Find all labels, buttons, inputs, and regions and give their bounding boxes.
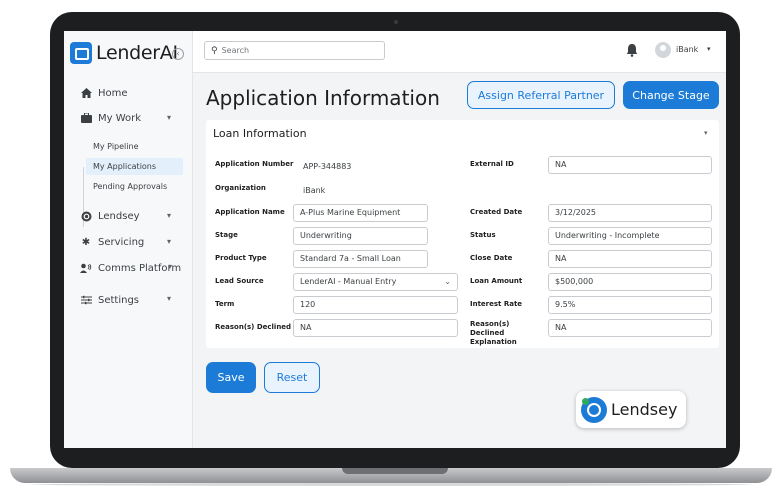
sidebar-subitem-pending-approvals[interactable]: Pending Approvals — [86, 178, 183, 195]
sidebar-item-settings[interactable]: Settings — [80, 294, 139, 306]
chevron-down-icon[interactable]: ▾ — [167, 211, 171, 220]
lendsey-badge[interactable]: Lendsey — [576, 391, 686, 428]
app-logo[interactable]: LenderAI — [70, 42, 178, 64]
sidebar-item-label: Home — [98, 87, 128, 99]
organization-label: Organization — [215, 184, 266, 192]
organization-value: iBank — [303, 186, 326, 195]
loan-amount-label: Loan Amount — [470, 277, 523, 285]
chevron-down-icon: ⌄ — [444, 277, 451, 286]
lead-source-select[interactable]: LenderAI - Manual Entry ⌄ — [293, 273, 458, 291]
page-title: Application Information — [206, 86, 440, 110]
created-date-label: Created Date — [470, 208, 523, 216]
save-button[interactable]: Save — [206, 362, 256, 393]
sidebar-subitem-my-applications[interactable]: My Applications — [86, 158, 183, 175]
close-date-label: Close Date — [470, 254, 513, 262]
collapse-sidebar-button[interactable]: ‹ — [172, 48, 184, 60]
external-id-field[interactable]: NA — [548, 156, 712, 174]
chevron-down-icon[interactable]: ▾ — [167, 294, 171, 303]
status-dot — [582, 397, 589, 405]
lead-source-value: LenderAI - Manual Entry — [300, 277, 397, 286]
logo-icon — [70, 42, 92, 64]
sidebar-item-my-work[interactable]: My Work — [80, 112, 141, 124]
sidebar-item-lendsey[interactable]: Lendsey — [80, 210, 140, 222]
sidebar-subitem-my-pipeline[interactable]: My Pipeline — [86, 138, 183, 155]
section-title: Loan Information — [213, 127, 307, 140]
sidebar-item-label: Lendsey — [98, 210, 140, 222]
product-type-field[interactable]: Standard 7a - Small Loan — [293, 250, 428, 268]
interest-rate-label: Interest Rate — [470, 300, 523, 308]
laptop-notch — [342, 468, 448, 474]
application-number-label: Application Number — [215, 160, 294, 168]
sidebar-item-comms-platform[interactable]: Comms Platform — [80, 262, 181, 274]
loan-information-card: Loan Information ▾ Application Number AP… — [206, 120, 719, 348]
top-bar: ⚲ Search iBank ▾ — [193, 31, 726, 73]
briefcase-icon — [80, 112, 92, 124]
lead-source-label: Lead Source — [215, 277, 264, 285]
bell-icon[interactable] — [626, 42, 640, 58]
avatar-icon[interactable] — [655, 42, 671, 58]
reasons-declined-field[interactable]: NA — [293, 319, 458, 337]
stage-field[interactable]: Underwriting — [293, 227, 428, 245]
reasons-declined-label: Reason(s) Declined — [215, 323, 292, 331]
interest-rate-field[interactable]: 9.5% — [548, 296, 712, 314]
application-name-label: Application Name — [215, 208, 285, 216]
created-date-field[interactable]: 3/12/2025 — [548, 204, 712, 222]
chevron-left-icon: ‹ — [176, 49, 180, 58]
gear-icon: ✱ — [81, 236, 91, 248]
sidebar-item-label: Servicing — [98, 236, 145, 248]
loan-amount-field[interactable]: $500,000 — [548, 273, 712, 291]
search-placeholder: Search — [221, 46, 250, 55]
external-id-label: External ID — [470, 160, 514, 168]
lendsey-badge-text: Lendsey — [611, 400, 678, 419]
search-icon: ⚲ — [211, 45, 218, 56]
product-type-label: Product Type — [215, 254, 267, 262]
chevron-down-icon[interactable]: ▾ — [167, 113, 171, 122]
sidebar-item-label: My Work — [98, 112, 142, 124]
stage-label: Stage — [215, 231, 238, 239]
home-icon — [80, 87, 92, 99]
status-field[interactable]: Underwriting - Incomplete — [548, 227, 712, 245]
close-date-field[interactable]: NA — [548, 250, 712, 268]
laptop-frame: LenderAI ‹ Home My Work ▾ My Pipeline My… — [0, 0, 778, 486]
settings-sliders-icon — [80, 294, 92, 306]
camera — [394, 20, 398, 24]
application-name-field[interactable]: A-Plus Marine Equipment — [293, 204, 428, 222]
lendsey-logo-icon — [581, 396, 607, 423]
logo-text: LenderAI — [96, 42, 178, 64]
sidebar-item-label: Settings — [98, 294, 140, 306]
user-name[interactable]: iBank — [676, 45, 698, 54]
status-label: Status — [470, 231, 496, 239]
search-input[interactable]: ⚲ Search — [204, 41, 385, 60]
reasons-declined-explanation-label: Reason(s) Declined Explanation — [470, 320, 517, 346]
comms-icon — [80, 262, 92, 274]
assign-referral-partner-button[interactable]: Assign Referral Partner — [467, 81, 615, 109]
term-field[interactable]: 120 — [293, 296, 458, 314]
reasons-declined-explanation-field[interactable]: NA — [548, 319, 712, 337]
lendsey-icon — [80, 210, 92, 222]
sidebar-item-home[interactable]: Home — [80, 87, 128, 99]
chevron-down-icon[interactable]: ▾ — [704, 129, 708, 137]
sidebar-item-servicing[interactable]: ✱ Servicing — [80, 236, 144, 248]
chevron-down-icon[interactable]: ▾ — [168, 262, 172, 271]
chevron-down-icon[interactable]: ▾ — [167, 237, 171, 246]
term-label: Term — [215, 300, 235, 308]
reset-button[interactable]: Reset — [264, 362, 320, 393]
app-screen: LenderAI ‹ Home My Work ▾ My Pipeline My… — [64, 31, 726, 448]
change-stage-button[interactable]: Change Stage — [623, 81, 719, 109]
chevron-down-icon[interactable]: ▾ — [707, 45, 711, 53]
application-number-value: APP-344883 — [303, 162, 352, 171]
sidebar: LenderAI ‹ Home My Work ▾ My Pipeline My… — [64, 31, 193, 448]
